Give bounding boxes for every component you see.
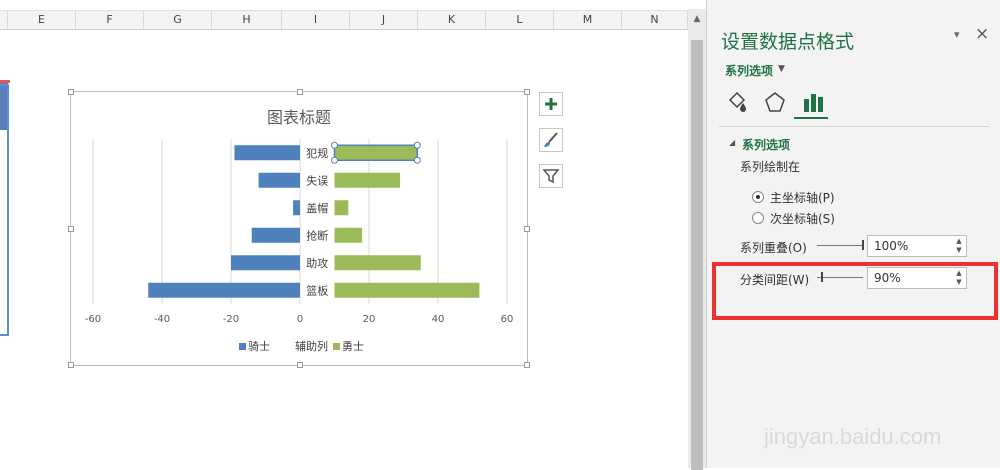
scrollbar-thumb[interactable]: [691, 40, 703, 470]
worksheet[interactable]: E F G H I J K L M N 图表标题 -60 -40 -20 0 20 40 6…: [0, 0, 688, 468]
series-overlap-slider[interactable]: [817, 245, 863, 246]
category-label: 篮板: [306, 283, 328, 297]
bar-骑士[interactable]: [258, 172, 300, 188]
series-overlap-slider-knob[interactable]: [862, 240, 864, 250]
column-header-i[interactable]: I: [282, 11, 350, 29]
legend-entry: 勇士: [342, 340, 364, 353]
data-range-selection[interactable]: [0, 84, 9, 336]
column-header-m[interactable]: M: [554, 11, 622, 29]
legend-swatch: [333, 343, 340, 350]
x-tick-label: -40: [154, 314, 170, 325]
series-overlap-input[interactable]: 100% ▲ ▼: [867, 235, 967, 257]
effects-tab-icon[interactable]: [763, 90, 787, 114]
bar-骑士[interactable]: [148, 282, 300, 298]
fill-line-tab-icon[interactable]: [725, 90, 749, 114]
x-tick-label: -60: [85, 314, 101, 325]
bar-chart[interactable]: 图表标题 -60 -40 -20 0 20 40 60 犯规 失误 盖帽 抢断 助攻 篮板 骑士 辅助列 勇士: [68, 89, 530, 368]
column-header-j[interactable]: J: [350, 11, 418, 29]
bar-勇士[interactable]: [334, 172, 401, 188]
bar-勇士[interactable]: [334, 200, 349, 216]
bar-骑士[interactable]: [293, 200, 300, 216]
chart-styles-button[interactable]: [539, 128, 563, 152]
column-header-g[interactable]: G: [144, 11, 212, 29]
x-tick-label: 40: [432, 314, 445, 325]
active-tab-indicator: [794, 117, 828, 119]
spinner-arrows-icon[interactable]: ▲ ▼: [954, 237, 964, 255]
column-header-n[interactable]: N: [622, 11, 688, 29]
series-options-section-title[interactable]: 系列选项: [742, 136, 790, 153]
chart-elements-button[interactable]: [539, 92, 563, 116]
baidu-watermark-url: jingyan.baidu.com: [764, 424, 942, 449]
chart-filters-button[interactable]: [539, 164, 563, 188]
column-header-h[interactable]: H: [212, 11, 282, 29]
filter-icon: [542, 169, 560, 184]
bar-勇士[interactable]: [334, 227, 363, 243]
data-point-handle: [413, 156, 421, 164]
column-header-k[interactable]: K: [418, 11, 486, 29]
vertical-scrollbar[interactable]: ▲: [688, 10, 706, 470]
column-header-bar: E F G H I J K L M N: [0, 10, 688, 30]
bar-勇士[interactable]: [334, 282, 480, 298]
plus-icon: [545, 98, 557, 110]
data-point-handle: [413, 141, 421, 149]
selection-marker: [0, 80, 10, 83]
category-label: 抢断: [306, 228, 328, 242]
scroll-up-icon[interactable]: ▲: [691, 12, 703, 26]
primary-axis-radio[interactable]: [752, 191, 764, 203]
collapse-caret-icon[interactable]: ◢: [729, 138, 735, 147]
format-data-point-pane: 设置数据点格式 ▾ × 系列选项 ▼ ◢ 系列选项 系列绘制在 主坐标轴(P) …: [706, 0, 1000, 468]
chart-plot-area[interactable]: -60 -40 -20 0 20 40 60 犯规失误盖帽抢断助攻篮板骑士 辅助列 勇士: [71, 92, 529, 367]
close-icon[interactable]: ×: [975, 24, 989, 44]
x-tick-label: 20: [363, 314, 376, 325]
x-tick-label: 60: [501, 314, 514, 325]
bar-骑士[interactable]: [251, 227, 300, 243]
secondary-axis-label[interactable]: 次坐标轴(S): [770, 210, 835, 227]
category-label: 助攻: [306, 256, 328, 270]
column-header-stub: [0, 11, 8, 29]
series-options-dropdown[interactable]: 系列选项: [725, 62, 773, 79]
bar-骑士[interactable]: [231, 255, 300, 271]
legend-swatch: [239, 343, 246, 350]
category-label: 犯规: [306, 146, 328, 160]
x-tick-label: 0: [297, 314, 303, 325]
column-header-e[interactable]: E: [8, 11, 76, 29]
legend-entry: 骑士: [248, 340, 270, 353]
brush-icon: [544, 132, 558, 147]
category-label: 失误: [306, 174, 328, 187]
data-point-handle: [331, 141, 338, 149]
bar-勇士[interactable]: [334, 145, 418, 161]
plot-series-on-label: 系列绘制在: [740, 160, 801, 174]
bar-勇士[interactable]: [334, 255, 421, 271]
column-header-f[interactable]: F: [76, 11, 144, 29]
pane-title: 设置数据点格式: [721, 31, 855, 53]
data-point-handle: [331, 156, 338, 164]
secondary-axis-radio[interactable]: [752, 212, 764, 224]
series-overlap-value[interactable]: 100%: [874, 239, 908, 253]
legend-entry: 辅助列: [295, 339, 328, 353]
pane-divider: [719, 126, 989, 127]
gap-width-highlight-annotation: [712, 262, 998, 320]
series-options-tab-icon[interactable]: [801, 90, 825, 114]
bar-骑士[interactable]: [234, 145, 300, 161]
x-tick-label: -20: [223, 314, 239, 325]
pane-options-dropdown[interactable]: ▾: [954, 28, 960, 41]
series-overlap-label: 系列重叠(O): [740, 241, 807, 255]
chevron-down-icon[interactable]: ▼: [778, 64, 785, 74]
primary-axis-label[interactable]: 主坐标轴(P): [770, 189, 835, 206]
category-label: 盖帽: [306, 201, 328, 215]
column-header-l[interactable]: L: [486, 11, 554, 29]
